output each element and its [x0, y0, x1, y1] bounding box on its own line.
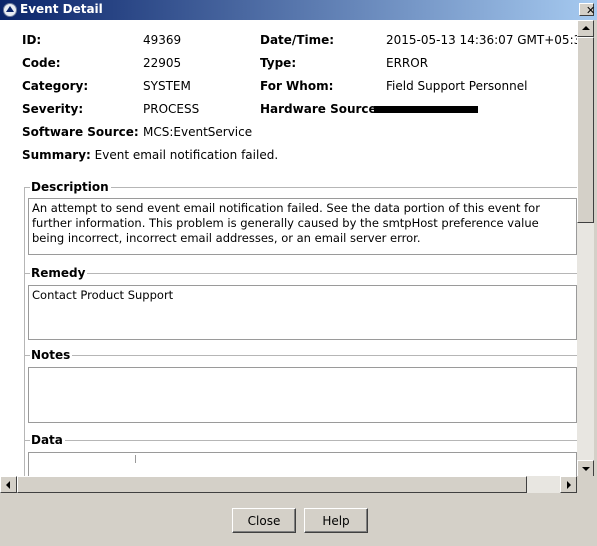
type-value: ERROR — [386, 56, 429, 70]
category-label: Category: — [22, 79, 89, 93]
data-table[interactable] — [28, 452, 577, 476]
description-line: further information. This problem is gen… — [32, 216, 539, 230]
help-button[interactable]: Help — [304, 508, 368, 533]
remedy-text: Contact Product Support — [32, 288, 174, 302]
horizontal-scrollbar[interactable] — [0, 476, 577, 493]
description-title: Description — [30, 180, 111, 194]
close-icon[interactable]: ✕ — [579, 3, 595, 17]
description-group: Description An attempt to send event ema… — [24, 180, 577, 280]
severity-value: PROCESS — [143, 102, 200, 116]
software-source-label: Software Source: — [22, 125, 139, 139]
scrollbar-corner — [577, 476, 594, 493]
title-bar: Event Detail ✕ — [0, 0, 597, 20]
scroll-up-icon[interactable] — [577, 20, 594, 37]
summary-label: Summary: — [22, 148, 91, 162]
data-title: Data — [30, 433, 65, 447]
for-whom-label: For Whom: — [260, 79, 334, 93]
code-label: Code: — [22, 56, 61, 70]
scroll-right-icon[interactable] — [560, 476, 577, 493]
data-divider — [24, 440, 577, 441]
remedy-textbox[interactable]: Contact Product Support — [28, 285, 577, 340]
description-line: being incorrect, incorrect email address… — [32, 231, 421, 245]
description-line: An attempt to send event email notificat… — [32, 201, 540, 215]
notes-textbox[interactable] — [28, 367, 577, 423]
data-column-divider — [135, 455, 136, 463]
software-source-value: MCS:EventService — [143, 125, 253, 139]
remedy-group: Remedy Contact Product Support — [24, 266, 577, 361]
id-value: 49369 — [143, 33, 182, 47]
close-button[interactable]: Close — [232, 508, 296, 533]
notes-title: Notes — [30, 348, 73, 362]
hardware-source-label: Hardware Source: — [260, 102, 382, 116]
app-icon — [3, 3, 17, 17]
description-textbox[interactable]: An attempt to send event email notificat… — [28, 198, 577, 255]
type-label: Type: — [260, 56, 297, 70]
event-detail-panel: ID: 49369 Code: 22905 Category: SYSTEM S… — [0, 20, 577, 476]
vertical-scrollbar[interactable] — [577, 20, 594, 477]
notes-divider — [24, 355, 577, 356]
data-group: Data — [24, 433, 577, 476]
datetime-label: Date/Time: — [260, 33, 335, 47]
category-value: SYSTEM — [143, 79, 191, 93]
scroll-left-icon[interactable] — [0, 476, 17, 493]
summary-value: Event email notification failed. — [94, 148, 279, 162]
hardware-source-redacted — [374, 106, 478, 113]
remedy-divider — [24, 273, 577, 274]
horizontal-scroll-thumb[interactable] — [17, 476, 527, 493]
data-left-border — [24, 440, 25, 476]
scroll-down-icon[interactable] — [577, 460, 594, 477]
id-label: ID: — [22, 33, 42, 47]
remedy-title: Remedy — [30, 266, 88, 280]
datetime-value: 2015-05-13 14:36:07 GMT+05:3 — [386, 33, 577, 47]
vertical-scroll-thumb[interactable] — [577, 37, 594, 223]
code-value: 22905 — [143, 56, 182, 70]
summary-row: Summary: Event email notification failed… — [22, 148, 278, 162]
window-title: Event Detail — [20, 2, 103, 16]
for-whom-value: Field Support Personnel — [386, 79, 528, 93]
severity-label: Severity: — [22, 102, 84, 116]
